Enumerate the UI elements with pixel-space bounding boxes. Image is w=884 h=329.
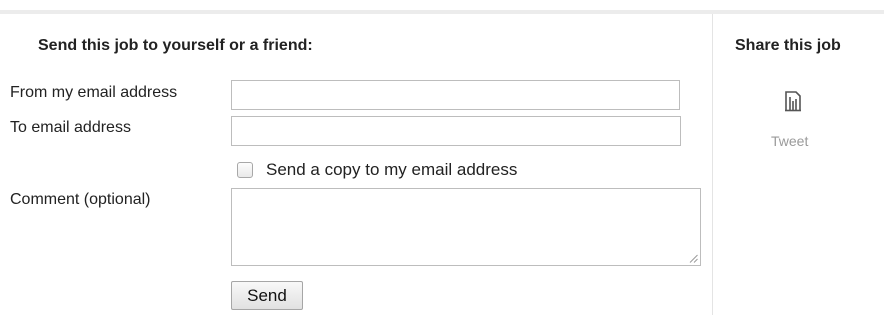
send-copy-row[interactable]: Send a copy to my email address — [237, 160, 517, 180]
comment-textarea[interactable] — [231, 188, 701, 266]
from-email-input[interactable] — [231, 80, 680, 110]
column-divider — [712, 14, 713, 315]
comment-label: Comment (optional) — [10, 191, 151, 208]
resize-grip-icon[interactable] — [689, 254, 698, 263]
send-copy-label[interactable]: Send a copy to my email address — [266, 160, 517, 180]
from-email-label: From my email address — [10, 84, 178, 101]
top-divider — [0, 10, 884, 14]
to-email-label: To email address — [10, 119, 131, 136]
broken-image-icon[interactable] — [784, 90, 802, 112]
to-email-input[interactable] — [231, 116, 681, 146]
tweet-link[interactable]: Tweet — [771, 133, 808, 149]
send-copy-checkbox[interactable] — [237, 162, 253, 178]
share-heading: Share this job — [735, 37, 841, 54]
send-button[interactable]: Send — [231, 281, 303, 310]
send-job-heading: Send this job to yourself or a friend: — [38, 37, 313, 54]
send-job-page: Send this job to yourself or a friend: F… — [0, 0, 884, 329]
